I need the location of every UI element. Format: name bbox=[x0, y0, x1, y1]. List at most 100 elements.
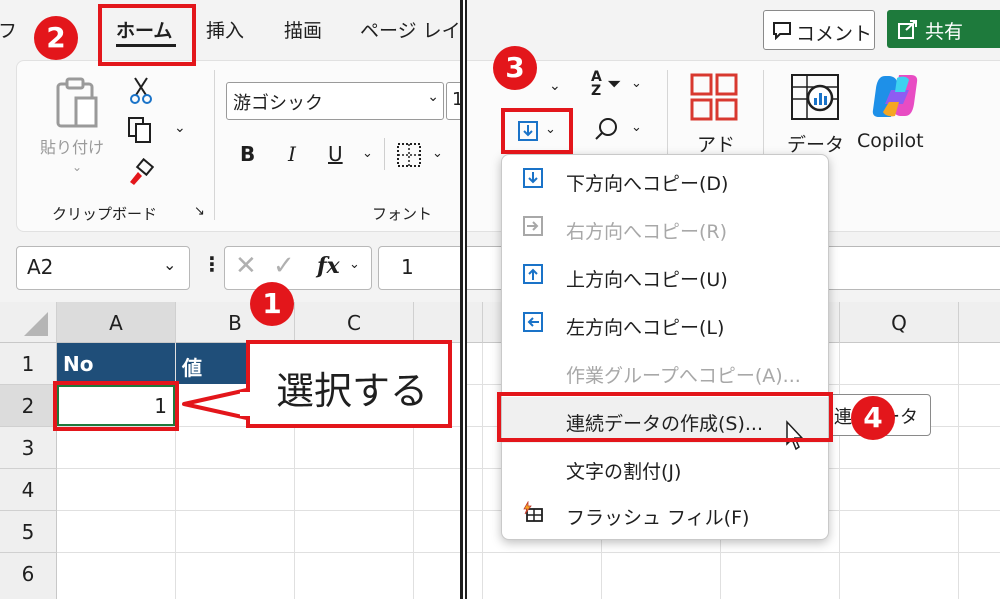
highlight-series-item bbox=[497, 392, 833, 442]
column-header-q[interactable]: Q bbox=[840, 302, 959, 343]
bold-button[interactable]: B bbox=[240, 142, 255, 166]
fill-dropdown-menu: 下方向へコピー(D) 右方向へコピー(R) 上方向へコピー(U) 左方向へコピー… bbox=[501, 154, 829, 540]
menu-item-label: 文字の割付(J) bbox=[566, 461, 682, 483]
right-screenshot-panel: コメント 共有 ⌄ AZ ⏷ ⌄ ⌄ ⌄ アド データ Copilot Q 連 … bbox=[467, 0, 1000, 599]
comment-icon bbox=[773, 22, 791, 40]
row-header-4[interactable]: 4 bbox=[0, 469, 57, 511]
copy-icon[interactable] bbox=[126, 116, 154, 144]
gridline bbox=[482, 343, 483, 599]
paste-button[interactable]: 貼り付け ⌄ bbox=[38, 72, 114, 192]
share-icon bbox=[898, 20, 917, 39]
gridline bbox=[57, 510, 460, 511]
step-badge-4: 4 bbox=[851, 396, 895, 440]
highlight-fill-button bbox=[501, 108, 573, 154]
comment-button[interactable]: コメント bbox=[763, 10, 875, 50]
gridline bbox=[57, 468, 460, 469]
clipboard-icon bbox=[56, 77, 98, 128]
callout-text: 選択する bbox=[276, 369, 429, 413]
border-icon[interactable] bbox=[396, 142, 422, 168]
menu-item-justify[interactable]: 文字の割付(J) bbox=[502, 445, 828, 491]
data-analysis-label: データ bbox=[787, 134, 845, 156]
tab-page-layout[interactable]: ページ レイ bbox=[360, 16, 460, 43]
data-analysis-icon bbox=[791, 74, 839, 120]
comment-label: コメント bbox=[796, 23, 873, 45]
data-analysis-button[interactable]: データ bbox=[783, 70, 847, 160]
menu-item-fill-up[interactable]: 上方向へコピー(U) bbox=[502, 253, 828, 299]
sort-filter-button[interactable]: AZ ⏷ ⌄ bbox=[589, 68, 645, 102]
column-header-c[interactable]: C bbox=[295, 302, 414, 343]
menu-item-fill-right: 右方向へコピー(R) bbox=[502, 205, 828, 251]
insert-function-button[interactable]: fx bbox=[317, 253, 340, 279]
share-button[interactable]: 共有 bbox=[887, 10, 1000, 48]
menu-item-label: 左方向へコピー(L) bbox=[566, 317, 725, 339]
format-painter-icon[interactable] bbox=[126, 158, 154, 186]
confirm-icon[interactable]: ✓ bbox=[273, 251, 295, 281]
menu-item-label: 下方向へコピー(D) bbox=[566, 173, 729, 195]
step-badge-3: 3 bbox=[493, 46, 537, 90]
font-name-select[interactable]: 游ゴシック ⌄ bbox=[226, 82, 444, 120]
cancel-icon[interactable]: ✕ bbox=[235, 251, 257, 281]
clipboard-launcher-icon[interactable]: ↘ bbox=[194, 204, 205, 219]
select-all-corner[interactable] bbox=[0, 302, 57, 343]
tab-file[interactable]: フ bbox=[0, 16, 17, 43]
copilot-label: Copilot bbox=[857, 130, 924, 152]
column-header-d[interactable] bbox=[414, 302, 460, 343]
menu-item-fill-left[interactable]: 左方向へコピー(L) bbox=[502, 301, 828, 347]
filter-funnel-icon: ⏷ bbox=[607, 74, 622, 95]
italic-button[interactable]: I bbox=[288, 142, 296, 166]
column-header[interactable] bbox=[959, 302, 1000, 343]
name-box[interactable]: A2 ⌄ bbox=[16, 246, 190, 290]
tab-insert[interactable]: 挿入 bbox=[206, 16, 244, 43]
underline-dropdown-icon[interactable]: ⌄ bbox=[362, 146, 373, 161]
fill-right-icon bbox=[523, 216, 543, 236]
addins-button[interactable]: アド bbox=[685, 70, 745, 160]
group-divider bbox=[214, 70, 215, 220]
paste-label: 貼り付け bbox=[40, 138, 105, 157]
function-dropdown-icon: ⌄ bbox=[349, 257, 360, 272]
step-badge-2: 2 bbox=[34, 16, 78, 60]
addins-label: アド bbox=[697, 134, 736, 156]
share-label: 共有 bbox=[925, 21, 964, 43]
row-header-6[interactable]: 6 bbox=[0, 553, 57, 599]
menu-item-across-worksheets: 作業グループへコピー(A)... bbox=[502, 349, 828, 395]
menu-item-flash-fill[interactable]: フラッシュ フィル(F) bbox=[502, 491, 828, 537]
more-options-icon[interactable]: ⋮ bbox=[202, 252, 222, 276]
font-size-value: 1 bbox=[452, 89, 460, 110]
tab-draw[interactable]: 描画 bbox=[284, 16, 322, 43]
fill-down-icon bbox=[523, 168, 543, 188]
autosum-dropdown-icon[interactable]: ⌄ bbox=[549, 78, 561, 94]
column-header-a[interactable]: A bbox=[57, 302, 176, 343]
fill-left-icon bbox=[523, 312, 543, 332]
cell-a1[interactable]: No bbox=[57, 343, 175, 384]
highlight-home-tab bbox=[98, 4, 196, 66]
callout-pointer-cover bbox=[240, 392, 254, 416]
row-header-1[interactable]: 1 bbox=[0, 343, 57, 385]
font-size-select[interactable]: 1 bbox=[446, 82, 460, 120]
gridline bbox=[839, 343, 840, 599]
panel-divider bbox=[460, 0, 463, 599]
gridline bbox=[467, 552, 1000, 553]
callout-box: 選択する bbox=[246, 340, 452, 428]
copy-dropdown-icon[interactable]: ⌄ bbox=[174, 120, 186, 136]
row-header-2[interactable]: 2 bbox=[0, 385, 57, 427]
copilot-button[interactable]: Copilot bbox=[855, 70, 935, 160]
formula-controls: ✕ ✓ fx ⌄ bbox=[224, 246, 372, 290]
font-group-label: フォント bbox=[372, 205, 433, 223]
border-dropdown-icon[interactable]: ⌄ bbox=[432, 146, 443, 161]
copilot-icon bbox=[872, 75, 918, 117]
find-select-button[interactable]: ⌄ bbox=[591, 112, 647, 146]
cell-b1[interactable]: 値 bbox=[176, 343, 256, 384]
menu-item-label: フラッシュ フィル(F) bbox=[566, 507, 750, 529]
select-all-icon bbox=[24, 312, 48, 336]
formula-input[interactable]: 1 bbox=[378, 246, 460, 290]
menu-item-fill-down[interactable]: 下方向へコピー(D) bbox=[502, 157, 828, 203]
column-header[interactable] bbox=[467, 302, 483, 343]
sort-dropdown-icon: ⌄ bbox=[631, 76, 642, 91]
underline-button[interactable]: U bbox=[328, 142, 343, 166]
name-box-dropdown-icon: ⌄ bbox=[163, 255, 177, 274]
row-header-3[interactable]: 3 bbox=[0, 427, 57, 469]
menu-item-label: 上方向へコピー(U) bbox=[566, 269, 728, 291]
row-header-5[interactable]: 5 bbox=[0, 511, 57, 553]
cut-icon[interactable] bbox=[128, 76, 154, 104]
sort-filter-icon: AZ bbox=[591, 69, 602, 99]
